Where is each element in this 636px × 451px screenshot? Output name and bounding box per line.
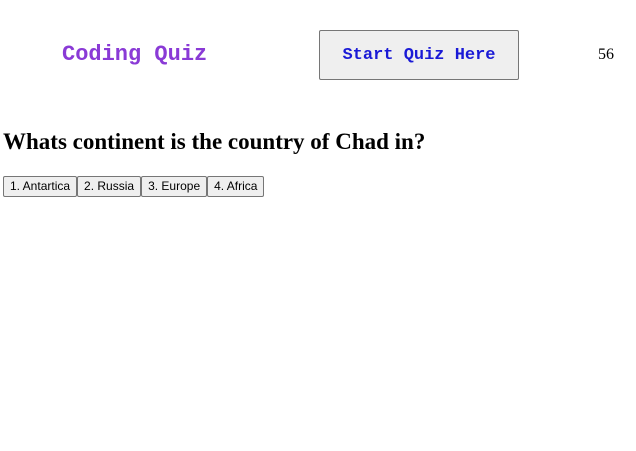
answer-button-3[interactable]: 3. Europe [141,176,208,197]
answer-button-4[interactable]: 4. Africa [207,176,265,197]
start-quiz-button[interactable]: Start Quiz Here [319,30,519,80]
question-text: Whats continent is the country of Chad i… [3,129,426,154]
countdown-timer: 56 [598,46,614,63]
answer-button-2[interactable]: 2. Russia [77,176,142,197]
answer-choices: 1. Antartica 2. Russia 3. Europe 4. Afri… [3,176,265,197]
app-title: Coding Quiz [62,42,208,67]
answer-button-1[interactable]: 1. Antartica [3,176,78,197]
